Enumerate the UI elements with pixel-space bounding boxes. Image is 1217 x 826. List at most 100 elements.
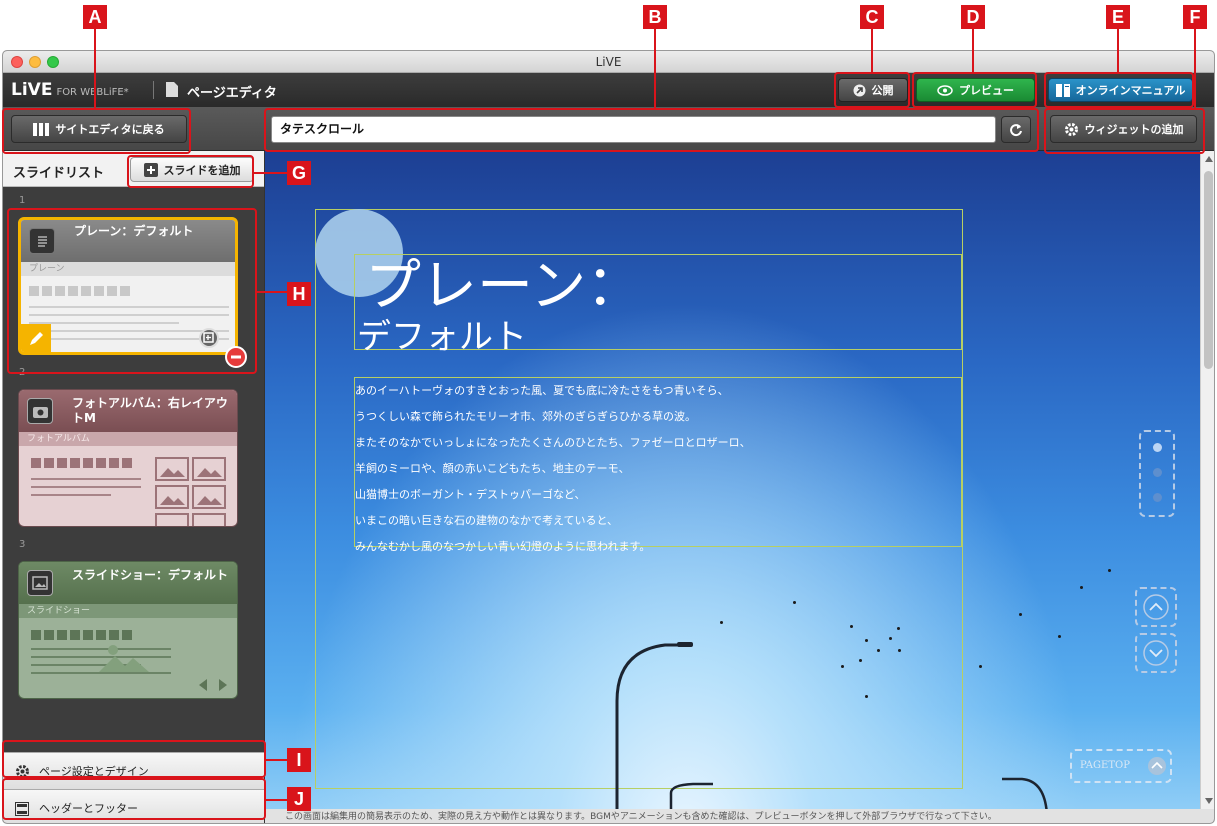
- callout-line: [266, 799, 288, 801]
- callout-box-g: [127, 155, 254, 188]
- chevron-down-icon: [1143, 640, 1169, 666]
- header-divider: [153, 81, 154, 99]
- callout-line: [257, 291, 288, 293]
- page-title: ページエディタ: [187, 86, 277, 101]
- callout-line: [654, 29, 656, 109]
- body-text-box[interactable]: あのイーハトーヴォのすきとおった風、夏でも底に冷たさをもつ青いそら、 うつくしい…: [354, 377, 962, 553]
- callout-box-d: [912, 72, 1037, 108]
- pagetop-button[interactable]: PAGETOP: [1070, 749, 1172, 783]
- photo-grid-icon: [155, 457, 226, 526]
- bird: [1058, 635, 1061, 638]
- scroll-up-arrow-icon[interactable]: [1204, 155, 1214, 163]
- bird: [897, 627, 900, 630]
- picture-icon: [27, 570, 53, 596]
- page-icon: [166, 82, 178, 97]
- callout-line: [94, 29, 96, 109]
- callout-box-b: [264, 108, 1039, 152]
- scroll-up-button[interactable]: [1135, 587, 1177, 627]
- close-window-button[interactable]: [11, 56, 23, 68]
- slide-subtitle: スライドショー: [19, 604, 237, 618]
- callout-i: I: [287, 748, 311, 772]
- zoom-window-button[interactable]: [47, 56, 59, 68]
- scroll-down-arrow-icon[interactable]: [1204, 797, 1214, 805]
- body-line: いまこの暗い巨きな石の建物のなかで考えていると、: [355, 514, 619, 527]
- window-title: LiVE: [595, 55, 622, 69]
- bird: [1019, 613, 1022, 616]
- bird: [720, 621, 723, 624]
- pagetop-label: PAGETOP: [1080, 760, 1130, 771]
- callout-box-e: [1044, 72, 1194, 108]
- heading-box[interactable]: プレーン： デフォルト: [354, 254, 962, 357]
- minimize-window-button[interactable]: [29, 56, 41, 68]
- callout-line: [254, 172, 288, 174]
- status-bar: この画面は編集用の簡易表示のため、実際の見え方や動作とは異なります。BGMやアニ…: [265, 809, 1214, 823]
- bird: [877, 649, 880, 652]
- app-logo: LiVE FOR WEBLiFE*: [11, 80, 129, 100]
- callout-box-a: [2, 108, 191, 154]
- bird: [850, 625, 853, 628]
- callout-f: F: [1183, 5, 1207, 29]
- callout-box-c: [834, 72, 910, 108]
- callout-box-h: [7, 208, 257, 374]
- slide-preview-squares: [31, 458, 132, 468]
- slide-dot-navigation[interactable]: [1139, 430, 1175, 517]
- slideshow-arrows-icon: [199, 679, 227, 691]
- callout-a: A: [83, 5, 107, 29]
- slide-preview-squares: [31, 630, 132, 640]
- body-line: またそのなかでいっしょになったたくさんのひとたち、ファゼーロとロザーロ、: [355, 436, 751, 449]
- slide-number: 3: [19, 539, 26, 550]
- callout-b: B: [643, 5, 667, 29]
- canvas-scrollbar[interactable]: [1200, 151, 1214, 809]
- slide-card-photo-album[interactable]: フォトアルバム：右レイアウトM フォトアルバム: [18, 389, 238, 527]
- scrollbar-thumb[interactable]: [1204, 171, 1213, 369]
- bird: [865, 695, 868, 698]
- callout-d: D: [961, 5, 985, 29]
- body-line: あのイーハトーヴォのすきとおった風、夏でも底に冷たさをもつ青いそら、: [355, 384, 729, 397]
- callout-g: G: [287, 161, 311, 185]
- callout-box-i: [2, 740, 266, 778]
- callout-box-f: [1044, 108, 1205, 154]
- bird: [979, 665, 982, 668]
- nav-dot[interactable]: [1153, 468, 1162, 477]
- camera-icon: [27, 398, 53, 424]
- street-lamp: [1002, 777, 1048, 809]
- street-lamp: [669, 782, 713, 809]
- page-preview-canvas[interactable]: プレーン： デフォルト あのイーハトーヴォのすきとおった風、夏でも底に冷たさをも…: [265, 151, 1200, 809]
- bird: [1108, 569, 1111, 572]
- slide-number: 1: [19, 195, 26, 206]
- callout-line: [871, 29, 873, 73]
- bird: [793, 601, 796, 604]
- callout-line: [972, 29, 974, 73]
- slide-subtitle: フォトアルバム: [19, 432, 237, 446]
- window-titlebar: LiVE: [3, 51, 1214, 73]
- bird: [1080, 586, 1083, 589]
- nav-dot-active[interactable]: [1153, 443, 1162, 452]
- callout-h: H: [287, 282, 311, 306]
- bird: [841, 665, 844, 668]
- callout-line: [1194, 29, 1196, 109]
- bird: [889, 637, 892, 640]
- screenshot-root: LiVE LiVE FOR WEBLiFE* ページエディタ 公開 プレビュー オ…: [0, 0, 1217, 826]
- bird: [865, 639, 868, 642]
- chevron-up-icon: [1148, 757, 1166, 775]
- slide-heading-line2: デフォルト: [357, 317, 527, 357]
- callout-line: [266, 759, 288, 761]
- slide-preview-lines: [31, 478, 141, 502]
- slide-list-title: スライドリスト: [13, 166, 105, 181]
- callout-line: [1117, 29, 1119, 73]
- body-line: 山猫博士のボーガント・デストゥパーゴなど、: [355, 488, 586, 501]
- chevron-up-icon: [1143, 594, 1169, 620]
- callout-c: C: [860, 5, 884, 29]
- body-line: 羊飼のミーロや、顔の赤いこどもたち、地主のテーモ、: [355, 462, 630, 475]
- nav-dot[interactable]: [1153, 493, 1162, 502]
- slide-card-slideshow[interactable]: スライドショー：デフォルト スライドショー: [18, 561, 238, 699]
- body-line: うつくしい森で飾られたモリーオ市、郊外のぎらぎらひかる草の波。: [355, 410, 696, 423]
- callout-e: E: [1106, 5, 1130, 29]
- body-line: みんなむかし風のなつかしい青い幻燈のように思われます。: [355, 540, 651, 553]
- bird: [898, 649, 901, 652]
- bird: [859, 659, 862, 662]
- callout-j: J: [287, 787, 311, 811]
- scroll-down-button[interactable]: [1135, 633, 1177, 673]
- mountain-icon: [99, 645, 149, 672]
- callout-box-j: [2, 778, 266, 820]
